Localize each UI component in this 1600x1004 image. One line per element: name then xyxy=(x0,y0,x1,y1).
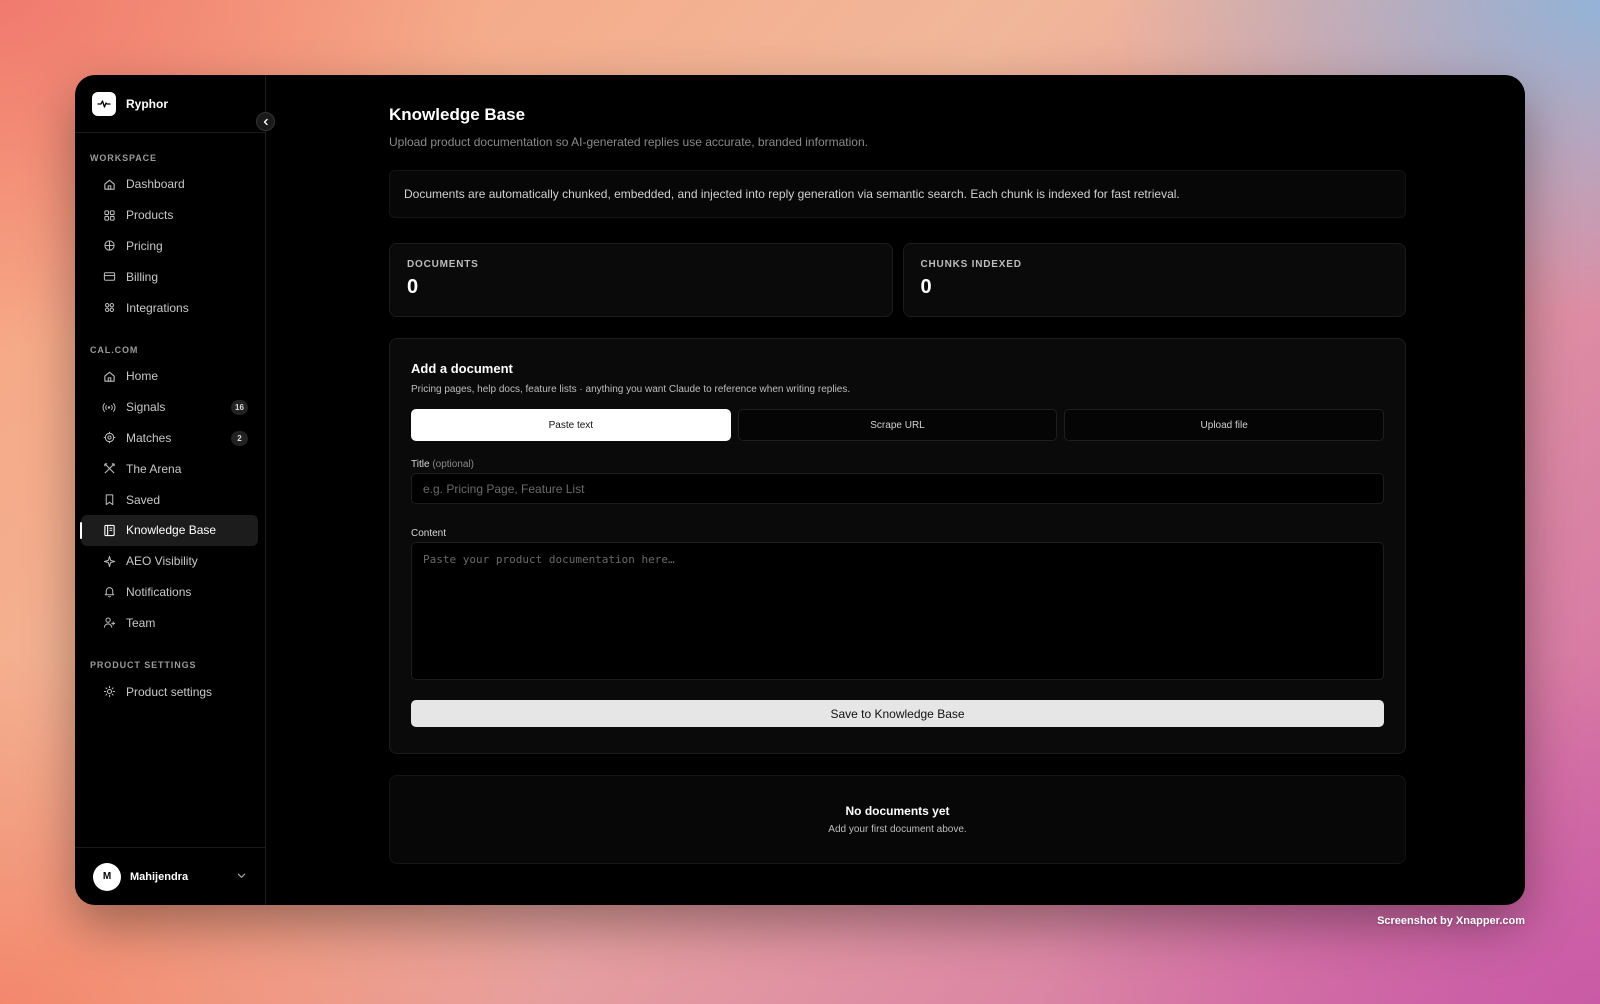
sidebar-item-knowledge-base[interactable]: Knowledge Base xyxy=(80,514,258,546)
add-document-title: Add a document xyxy=(411,361,513,376)
user-name: Mahijendra xyxy=(130,870,189,883)
sun-gear-icon xyxy=(102,685,116,699)
optional-hint: (optional) xyxy=(432,459,475,470)
chevron-left-icon xyxy=(263,118,268,125)
sidebar-item-the-arena[interactable]: The Arena xyxy=(81,453,258,484)
save-to-knowledge-base-button[interactable]: Save to Knowledge Base xyxy=(411,700,1384,727)
integrations-icon xyxy=(102,301,116,315)
card-icon xyxy=(102,270,116,284)
sidebar-item-label: Pricing xyxy=(126,238,163,253)
collapse-sidebar-button[interactable] xyxy=(256,112,275,131)
sidebar-item-saved[interactable]: Saved xyxy=(81,484,258,515)
sidebar-item-signals[interactable]: Signals 16 xyxy=(81,392,258,423)
source-tabs: Paste text Scrape URL Upload file xyxy=(411,409,1385,441)
info-banner: Documents are automatically chunked, emb… xyxy=(389,170,1406,218)
sidebar-item-label: Dashboard xyxy=(126,177,185,192)
stat-label: CHUNKS INDEXED xyxy=(920,259,1022,270)
target-icon xyxy=(102,431,116,445)
brand[interactable]: Ryphor xyxy=(75,75,265,133)
section-label-calcom: CAL.COM xyxy=(90,344,139,355)
sidebar-item-label: Billing xyxy=(126,269,159,284)
stat-value: 0 xyxy=(407,276,419,298)
sidebar-item-product-settings[interactable]: Product settings xyxy=(81,676,258,707)
user-menu[interactable]: M Mahijendra xyxy=(75,847,265,905)
chunks-stat-card: CHUNKS INDEXED 0 xyxy=(902,243,1406,317)
sidebar-item-products[interactable]: Products xyxy=(81,200,258,231)
sidebar-item-label: Notifications xyxy=(126,584,192,599)
empty-state-subtitle: Add your first document above. xyxy=(828,824,967,835)
sidebar-item-aeo-visibility[interactable]: AEO Visibility xyxy=(81,546,258,577)
sidebar-item-billing[interactable]: Billing xyxy=(81,261,258,292)
sidebar-item-label: The Arena xyxy=(126,461,182,476)
stats-row: DOCUMENTS 0 CHUNKS INDEXED 0 xyxy=(389,243,1406,317)
sidebar-item-label: Team xyxy=(126,615,156,630)
user-plus-icon xyxy=(102,616,116,630)
content-textarea[interactable]: Paste your product documentation here… xyxy=(411,542,1384,680)
tab-paste-text[interactable]: Paste text xyxy=(411,409,731,441)
sidebar-item-label: Saved xyxy=(126,492,161,507)
title-field-label: Title (optional) xyxy=(411,459,1384,470)
arena-icon xyxy=(102,462,116,476)
stat-value: 0 xyxy=(920,276,932,298)
sidebar-item-dashboard[interactable]: Dashboard xyxy=(81,169,258,200)
avatar: M xyxy=(93,862,121,891)
tab-upload-file[interactable]: Upload file xyxy=(1064,409,1385,441)
sidebar-item-team[interactable]: Team xyxy=(81,607,258,638)
app-window: Ryphor WORKSPACE Dashboard Products Pric… xyxy=(75,75,1525,905)
sidebar-item-label: Product settings xyxy=(126,684,213,699)
sparkle-icon xyxy=(102,554,116,568)
sidebar-item-label: Products xyxy=(126,208,174,223)
info-text: Documents are automatically chunked, emb… xyxy=(404,187,1180,201)
empty-state: No documents yet Add your first document… xyxy=(389,775,1406,864)
main-content: Knowledge Base Upload product documentat… xyxy=(266,75,1525,905)
watermark: Screenshot by Xnapper.com xyxy=(1377,915,1525,927)
empty-state-title: No documents yet xyxy=(845,804,950,818)
section-label-workspace: WORKSPACE xyxy=(90,153,157,163)
app-name: Ryphor xyxy=(126,96,168,111)
documents-stat-card: DOCUMENTS 0 xyxy=(389,243,893,317)
book-icon xyxy=(102,523,116,537)
sidebar: Ryphor WORKSPACE Dashboard Products Pric… xyxy=(75,75,275,905)
section-label-product-settings: PRODUCT SETTINGS xyxy=(90,660,197,671)
sidebar-item-label: Matches xyxy=(126,430,172,445)
signal-icon xyxy=(102,400,116,414)
sidebar-nav: WORKSPACE Dashboard Products Pricing Bil… xyxy=(75,133,265,847)
sidebar-item-notifications[interactable]: Notifications xyxy=(81,577,258,608)
tab-scrape-url[interactable]: Scrape URL xyxy=(737,409,1058,441)
sidebar-item-label: Home xyxy=(126,369,159,384)
globe-icon xyxy=(102,239,116,253)
content-placeholder: Paste your product documentation here… xyxy=(423,553,675,566)
content-field-label: Content xyxy=(411,528,447,539)
sidebar-item-label: AEO Visibility xyxy=(126,554,198,569)
title-placeholder: e.g. Pricing Page, Feature List xyxy=(423,481,585,496)
sidebar-item-home[interactable]: Home xyxy=(81,361,258,392)
home-icon xyxy=(102,369,116,383)
bell-icon xyxy=(102,585,116,599)
home-icon xyxy=(102,177,116,191)
sidebar-item-integrations[interactable]: Integrations xyxy=(81,292,258,323)
signals-count-badge: 16 xyxy=(231,399,248,415)
page-title: Knowledge Base xyxy=(389,105,526,124)
sidebar-item-label: Knowledge Base xyxy=(126,523,217,538)
sidebar-item-label: Integrations xyxy=(126,300,189,315)
title-input[interactable]: e.g. Pricing Page, Feature List xyxy=(411,473,1384,504)
matches-count-badge: 2 xyxy=(231,430,248,446)
stat-label: DOCUMENTS xyxy=(407,259,479,270)
chevron-down-icon xyxy=(236,870,247,881)
sidebar-item-pricing[interactable]: Pricing xyxy=(81,231,258,262)
add-document-card: Add a document Pricing pages, help docs,… xyxy=(389,338,1406,754)
add-document-subtitle: Pricing pages, help docs, feature lists … xyxy=(411,384,851,395)
pulse-logo-icon xyxy=(92,91,116,116)
sidebar-item-label: Signals xyxy=(126,400,166,415)
sidebar-item-matches[interactable]: Matches 2 xyxy=(81,423,258,454)
page-subtitle: Upload product documentation so AI-gener… xyxy=(389,135,868,149)
bookmark-icon xyxy=(102,493,116,507)
grid-icon xyxy=(102,208,116,222)
title-label-text: Title xyxy=(411,459,430,470)
